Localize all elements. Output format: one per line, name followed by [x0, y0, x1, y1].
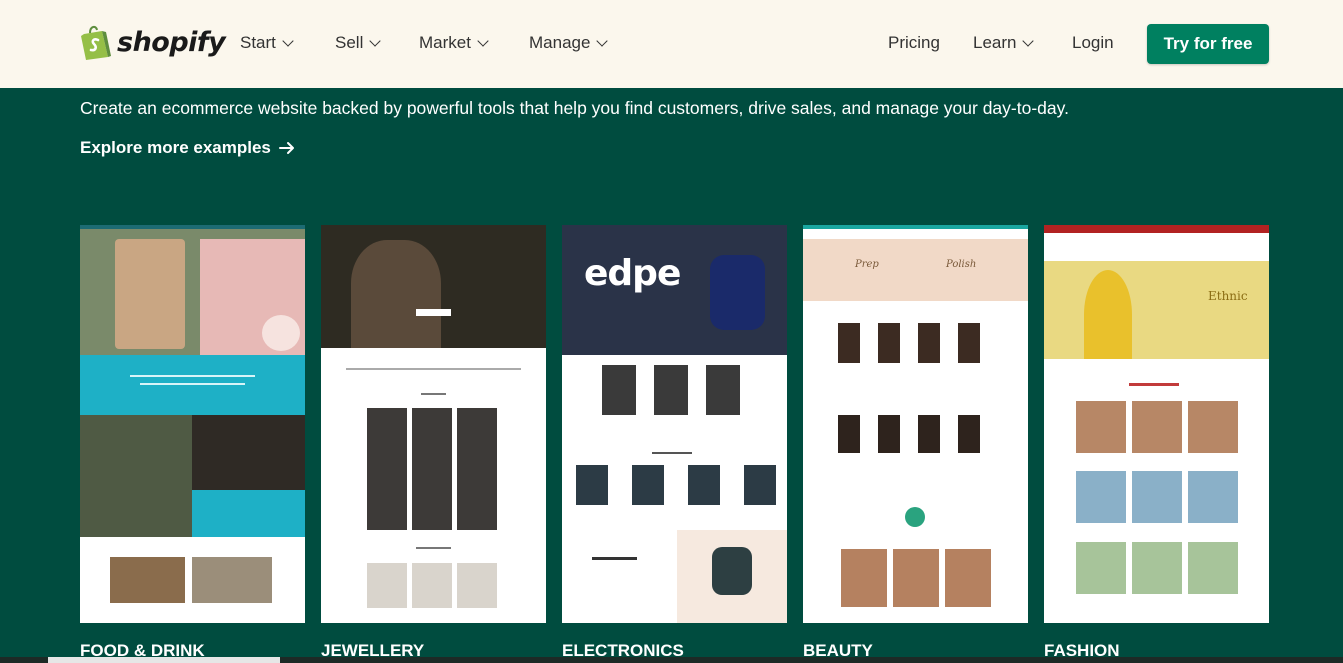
beauty-hero-banner	[803, 239, 1028, 301]
food-video	[110, 557, 185, 603]
nav-manage-label: Manage	[529, 33, 591, 52]
nav-sell[interactable]: Sell	[335, 33, 382, 53]
chevron-down-icon	[1022, 34, 1035, 47]
food-forest-image	[80, 415, 192, 537]
electronics-products-heading	[592, 557, 637, 560]
nav-start[interactable]: Start	[240, 33, 294, 53]
beauty-topbar	[803, 225, 1028, 229]
nav-login-label: Login	[1072, 33, 1114, 52]
electronics-promo-watch	[712, 547, 752, 595]
example-card-electronics[interactable]: edpe	[562, 225, 787, 623]
jewel-model	[351, 240, 441, 348]
chevron-down-icon	[282, 34, 294, 47]
chevron-down-icon	[477, 34, 489, 47]
nav-manage[interactable]: Manage	[529, 33, 609, 53]
jewel-collections-heading	[421, 393, 446, 395]
bottom-scroll-strip	[48, 657, 280, 663]
electronics-trending-row	[576, 465, 776, 505]
food-text-line	[130, 375, 255, 377]
fashion-announcement-bar	[1044, 225, 1269, 233]
fashion-row	[1076, 542, 1238, 594]
shopify-bag-icon	[80, 24, 112, 60]
food-pouch	[115, 239, 185, 349]
example-card-jewellery[interactable]	[321, 225, 546, 623]
chevron-down-icon	[596, 34, 609, 47]
food-teal-band	[80, 355, 305, 415]
food-badge	[262, 315, 300, 351]
nav-learn[interactable]: Learn	[973, 33, 1035, 53]
fashion-row	[1076, 401, 1238, 453]
example-card-beauty[interactable]: Prep Polish	[803, 225, 1028, 623]
fashion-hero-banner	[1044, 261, 1269, 359]
beauty-category-row	[841, 549, 991, 607]
explore-more-label: Explore more examples	[80, 138, 271, 157]
jewel-product-row	[367, 563, 497, 608]
fashion-model-dress	[1084, 270, 1132, 359]
nav-learn-label: Learn	[973, 33, 1017, 52]
jewel-hero-button	[416, 309, 451, 316]
beauty-product-row	[838, 415, 993, 453]
shopify-logo[interactable]: shopify	[80, 24, 226, 60]
food-teal-panel	[192, 490, 305, 537]
nav-start-label: Start	[240, 33, 276, 52]
food-beans-image	[192, 415, 305, 490]
fashion-row	[1076, 471, 1238, 523]
nav-sell-label: Sell	[335, 33, 364, 52]
beauty-leaf-icon	[905, 507, 925, 527]
hero-tagline: Create an ecommerce website backed by po…	[80, 98, 1069, 118]
electronics-hero-text: edpe	[584, 253, 681, 294]
nav-pricing[interactable]: Pricing	[888, 33, 940, 53]
fashion-hero-text: Ethnic	[1208, 289, 1248, 303]
example-card-food-drink[interactable]	[80, 225, 305, 623]
try-for-free-button[interactable]: Try for free	[1147, 24, 1269, 64]
nav-login[interactable]: Login	[1072, 33, 1114, 53]
nav-market[interactable]: Market	[419, 33, 489, 53]
food-text-line	[140, 383, 245, 385]
nav-pricing-label: Pricing	[888, 33, 940, 52]
food-gallery	[192, 557, 272, 603]
beauty-hero-word-polish: Polish	[946, 259, 977, 270]
beauty-hero-word-prep: Prep	[855, 259, 879, 270]
food-topbar	[80, 225, 305, 229]
example-card-fashion[interactable]: Ethnic	[1044, 225, 1269, 623]
explore-more-link[interactable]: Explore more examples	[80, 138, 296, 158]
beauty-product-row	[838, 323, 993, 363]
arrow-right-icon	[278, 142, 294, 154]
nav-market-label: Market	[419, 33, 471, 52]
chevron-down-icon	[369, 34, 382, 47]
jewel-featured-heading	[416, 547, 451, 549]
watch-row	[602, 365, 752, 415]
electronics-trending-heading	[652, 452, 692, 454]
jewel-collection-grid	[367, 408, 497, 530]
jewel-text-line	[346, 368, 521, 370]
brand-name: shopify	[117, 26, 226, 58]
fashion-latest-trends-heading	[1129, 383, 1179, 386]
earbuds-case-image	[710, 255, 765, 330]
